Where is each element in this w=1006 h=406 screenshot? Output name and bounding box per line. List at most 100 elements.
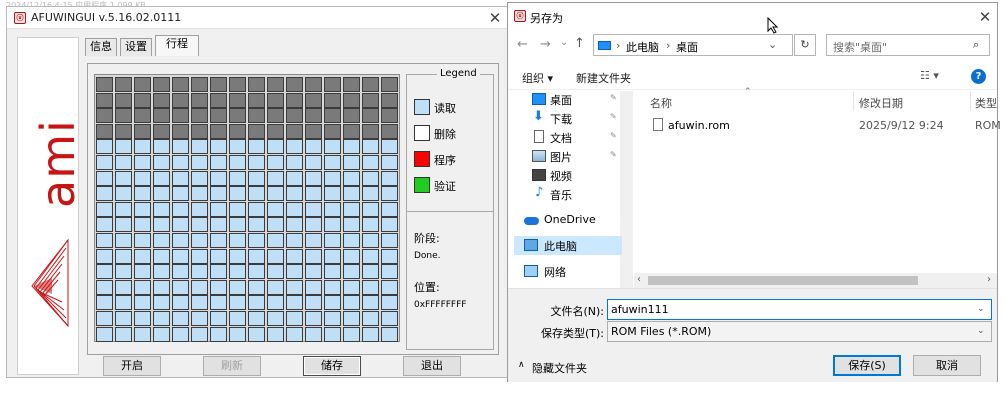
flash-block-cell [305,264,322,280]
filetype-dropdown-icon[interactable]: ⌄ [977,322,985,341]
flash-block-cell [248,123,265,139]
flash-block-cell [96,295,113,311]
file-row[interactable]: afuwin.rom 2025/9/12 9:24 ROM [646,116,1001,136]
nav-item-downloads[interactable]: ⬇ 下载 ✎ [522,109,622,128]
flash-block-cell [324,217,341,233]
up-arrow-icon[interactable]: ↑ [574,36,585,51]
flash-block-cell [191,155,208,170]
tab-info[interactable]: 信息 [85,38,117,56]
help-icon[interactable]: ? [971,69,986,84]
start-button[interactable]: 开启 [103,356,161,376]
back-arrow-icon[interactable]: ← [517,37,528,52]
dialog-toolbar: 组织 ▾ 新建文件夹 ☷ ▾ ? [508,63,997,90]
recent-chevron-icon[interactable]: ⌄ [560,37,568,48]
filename-input[interactable]: afuwin111 ⌄ [607,299,992,320]
flash-block-cell [343,311,360,326]
filename-dropdown-icon[interactable]: ⌄ [977,300,985,319]
dialog-save-button[interactable]: 保存(S) [833,355,901,376]
nav-item-videos[interactable]: 视频 [522,166,622,185]
flash-block-cell [115,155,132,170]
flash-block-cell [153,123,170,139]
nav-item-network[interactable]: 网络 [514,262,622,281]
organize-menu[interactable]: 组织 ▾ [522,70,553,86]
flash-block-cell [305,217,322,233]
flash-block-cell [172,217,189,233]
tab-settings[interactable]: 设置 [120,38,152,56]
flash-block-cell [286,92,303,108]
filetype-select[interactable]: ROM Files (*.ROM) ⌄ [607,321,992,342]
flash-block-cell [191,217,208,233]
flash-block-cell [210,233,227,248]
flash-button[interactable]: 刷新 [203,356,261,376]
view-options-icon[interactable]: ☷ ▾ [920,69,939,82]
column-divider-2[interactable] [970,91,971,111]
forward-arrow-icon[interactable]: → [540,37,551,52]
flash-block-cell [96,108,113,124]
flash-block-cell [267,233,284,248]
hide-folders-chevron-icon[interactable]: ∧ [518,360,525,370]
exit-button[interactable]: 退出 [403,356,461,376]
flash-block-cell [229,233,246,248]
nav-item-this-pc[interactable]: 此电脑 [514,236,622,255]
column-header-modified[interactable]: 修改日期 [859,95,903,111]
flash-block-cell [248,92,265,108]
tab-process[interactable]: 行程 [155,35,199,56]
flash-block-cell [286,139,303,155]
flash-block-cell [324,186,341,202]
filetype-label: 保存类型(T): [540,327,604,340]
nav-item-desktop[interactable]: 桌面 ✎ [522,90,622,109]
flash-block-cell [96,155,113,170]
address-dropdown-icon[interactable]: ⌄ [768,38,777,51]
flash-block-cell [267,123,284,139]
flash-block-cell [134,155,151,170]
pin-icon: ✎ [610,150,617,159]
new-folder-button[interactable]: 新建文件夹 [576,70,631,86]
flash-block-cell [172,264,189,280]
flash-block-cell [172,279,189,295]
column-header-name[interactable]: 名称 [650,95,672,111]
flash-block-cell [305,92,322,108]
breadcrumb-this-pc[interactable]: 此电脑 [626,39,659,55]
flash-block-cell [115,186,132,202]
afu-close-icon[interactable]: ✕ [487,10,503,26]
flash-block-cell [115,295,132,311]
column-header-type[interactable]: 类型 [975,95,997,111]
flash-block-cell [153,77,170,92]
file-list-h-scrollbar[interactable]: ‹ › [634,273,997,288]
flash-block-cell [96,248,113,264]
search-input[interactable]: 搜索"桌面" ⌕ [826,34,990,56]
nav-item-music[interactable]: ♪ 音乐 [522,185,622,204]
flash-block-cell [286,311,303,326]
filetype-value: ROM Files (*.ROM) [611,325,712,338]
flash-block-cell [248,186,265,202]
flash-block-cell [248,311,265,326]
address-bar[interactable]: › 此电脑 › 桌面 ⌄ [593,34,793,56]
flash-block-cell [286,279,303,295]
nav-item-onedrive[interactable]: OneDrive [514,211,622,230]
hide-folders-toggle[interactable]: 隐藏文件夹 [532,360,587,376]
scroll-left-icon[interactable]: ‹ [637,274,641,285]
flash-block-cell [362,139,379,155]
dialog-cancel-button[interactable]: 取消 [913,355,981,376]
file-name: afuwin.rom [668,119,730,132]
flash-block-cell [134,326,151,342]
breadcrumb-desktop[interactable]: 桌面 [676,39,698,55]
dialog-close-icon[interactable]: ✕ [977,9,993,25]
flash-block-cell [134,77,151,92]
column-divider[interactable] [853,91,854,111]
nav-item-pictures[interactable]: 图片 ✎ [522,147,622,166]
flash-block-cell [267,108,284,124]
flash-block-cell [343,77,360,92]
legend-erase-label: 删除 [434,128,456,141]
legend-read-swatch [414,99,430,115]
h-scroll-thumb[interactable] [648,276,918,285]
nav-item-documents[interactable]: 文档 ✎ [522,128,622,147]
nav-label-onedrive: OneDrive [544,213,596,226]
flash-block-cell [153,170,170,186]
flash-block-cell [286,233,303,248]
scroll-right-icon[interactable]: › [987,274,991,285]
afu-titlebar[interactable]: ⓤ AFUWINGUI v.5.16.02.0111 ✕ [7,7,507,29]
refresh-icon[interactable]: ↻ [794,34,816,56]
save-button[interactable]: 储存 [303,356,361,376]
flash-block-cell [343,123,360,139]
